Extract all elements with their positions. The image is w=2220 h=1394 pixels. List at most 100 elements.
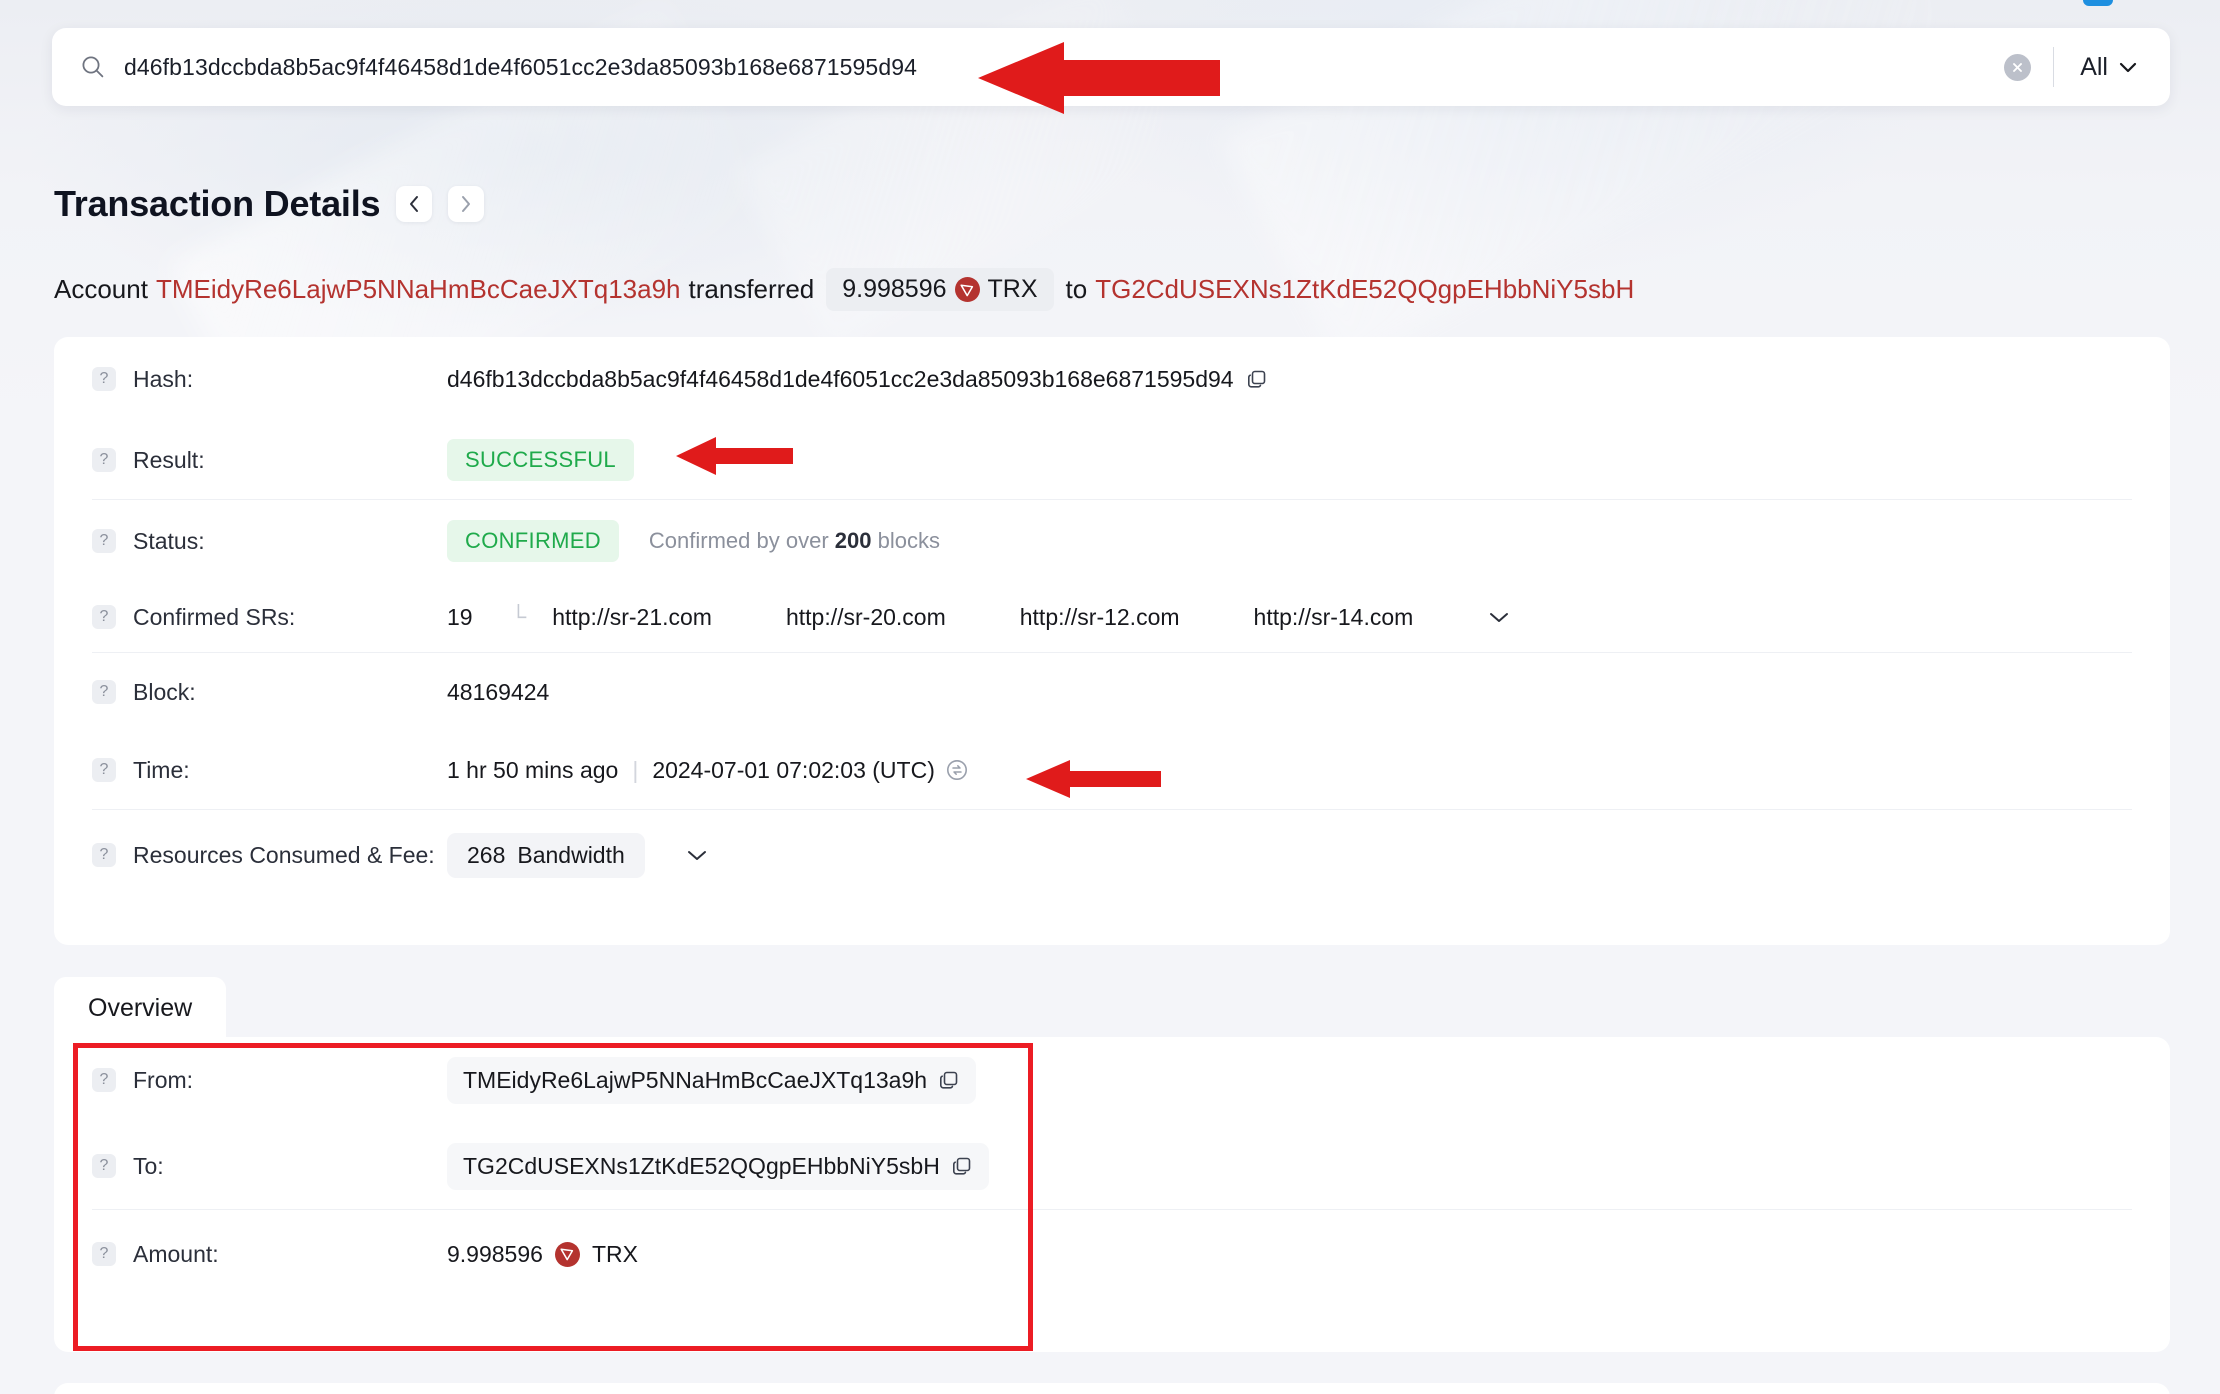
block-value-group: 48169424 (447, 679, 549, 706)
confirmed-srs-label-group: ? Confirmed SRs: (92, 604, 447, 631)
sr-bracket-glyph: └ (510, 604, 527, 629)
summary-transferred-word: transferred (688, 274, 815, 304)
bandwidth-amount: 268 (467, 841, 506, 868)
copy-icon[interactable] (938, 1069, 960, 1091)
prev-transaction-button[interactable] (396, 186, 433, 222)
expand-srs-button[interactable] (1487, 610, 1511, 624)
status-value-group: CONFIRMED Confirmed by over 200 blocks (447, 520, 940, 562)
next-transaction-button[interactable] (448, 186, 485, 222)
trx-coin-icon (554, 1241, 580, 1268)
toggle-timezone-icon[interactable] (945, 758, 969, 782)
expand-resources-button[interactable] (685, 848, 709, 862)
sr-link[interactable]: http://sr-20.com (786, 604, 946, 631)
chevron-down-icon (1490, 613, 1509, 622)
row-confirmed-srs: ? Confirmed SRs: 19 └ http://sr-21.com h… (54, 582, 2170, 652)
clear-icon[interactable] (2004, 53, 2032, 81)
help-icon[interactable]: ? (92, 680, 116, 704)
bandwidth-unit: Bandwidth (517, 841, 625, 868)
help-icon[interactable]: ? (92, 448, 116, 472)
search-input[interactable] (124, 53, 2005, 81)
row-hash: ? Hash: d46fb13dccbda8b5ac9f4f46458d1de4… (54, 337, 2170, 421)
amount-label: Amount: (133, 1240, 219, 1267)
help-icon[interactable]: ? (92, 1242, 116, 1266)
overview-card: ? From: TMEidyRe6LajwP5NNaHmBcCaeJXTq13a… (54, 1037, 2170, 1352)
row-from: ? From: TMEidyRe6LajwP5NNaHmBcCaeJXTq13a… (54, 1037, 2170, 1123)
bandwidth-pill: 268 Bandwidth (447, 832, 645, 878)
tab-overview[interactable]: Overview (54, 977, 227, 1040)
hash-label: Hash: (133, 365, 194, 392)
summary-token-symbol: TRX (987, 275, 1038, 303)
help-icon[interactable]: ? (92, 529, 116, 553)
status-note: Confirmed by over 200 blocks (649, 528, 940, 554)
to-address-pill[interactable]: TG2CdUSEXNs1ZtKdE52QQgpEHbbNiY5sbH (447, 1142, 989, 1190)
page-header: Transaction Details (54, 183, 485, 225)
amount-token: TRX (591, 1240, 638, 1267)
resources-label-group: ? Resources Consumed & Fee: (92, 842, 447, 869)
search-divider (2053, 47, 2055, 87)
hash-value: d46fb13dccbda8b5ac9f4f46458d1de4f6051cc2… (447, 365, 1234, 392)
time-absolute: 2024-07-01 07:02:03 (UTC) (652, 756, 935, 783)
help-icon[interactable]: ? (92, 843, 116, 867)
copy-icon[interactable] (951, 1155, 973, 1177)
summary-account-word: Account (54, 274, 148, 304)
search-scope-label: All (2080, 52, 2108, 81)
to-value-group: TG2CdUSEXNs1ZtKdE52QQgpEHbbNiY5sbH (447, 1142, 989, 1190)
confirmed-srs-value-group: 19 └ http://sr-21.com http://sr-20.com h… (447, 604, 1511, 631)
transaction-summary: Account TMEidyRe6LajwP5NNaHmBcCaeJXTq13a… (54, 268, 1642, 311)
help-icon[interactable]: ? (92, 605, 116, 629)
row-block: ? Block: 48169424 (54, 653, 2170, 731)
status-label: Status: (133, 527, 205, 554)
hash-label-group: ? Hash: (92, 366, 447, 393)
chevron-down-icon (2119, 62, 2137, 72)
time-value-group: 1 hr 50 mins ago | 2024-07-01 07:02:03 (… (447, 757, 969, 784)
from-address-value: TMEidyRe6LajwP5NNaHmBcCaeJXTq13a9h (463, 1066, 928, 1093)
block-label: Block: (133, 678, 196, 705)
search-icon (80, 54, 106, 80)
time-label-group: ? Time: (92, 757, 447, 784)
hash-value-group: d46fb13dccbda8b5ac9f4f46458d1de4f6051cc2… (447, 366, 1268, 393)
confirmed-srs-count: 19 (447, 603, 473, 630)
help-icon[interactable]: ? (92, 367, 116, 391)
confirmed-badge: CONFIRMED (447, 520, 619, 562)
tab-bar: Overview (54, 977, 227, 1040)
result-label: Result: (133, 446, 205, 473)
time-label: Time: (133, 756, 190, 783)
page-title: Transaction Details (54, 183, 381, 224)
sr-link[interactable]: http://sr-12.com (1020, 604, 1180, 631)
help-icon[interactable]: ? (92, 1068, 116, 1092)
from-label-group: ? From: (92, 1067, 447, 1094)
search-bar[interactable]: All (52, 28, 2170, 106)
help-icon[interactable]: ? (92, 1154, 116, 1178)
help-icon[interactable]: ? (92, 758, 116, 782)
resources-label: Resources Consumed & Fee: (133, 841, 435, 868)
chevron-right-icon (462, 196, 471, 212)
block-label-group: ? Block: (92, 679, 447, 706)
from-address-pill[interactable]: TMEidyRe6LajwP5NNaHmBcCaeJXTq13a9h (447, 1056, 977, 1104)
amount-value: 9.998596 (447, 1240, 543, 1267)
row-to: ? To: TG2CdUSEXNs1ZtKdE52QQgpEHbbNiY5sbH (54, 1123, 2170, 1209)
row-status: ? Status: CONFIRMED Confirmed by over 20… (54, 500, 2170, 582)
status-label-group: ? Status: (92, 528, 447, 555)
summary-from-address[interactable]: TMEidyRe6LajwP5NNaHmBcCaeJXTq13a9h (156, 274, 681, 305)
sr-link[interactable]: http://sr-14.com (1254, 604, 1414, 631)
summary-to-address[interactable]: TG2CdUSEXNs1ZtKdE52QQgpEHbbNiY5sbH (1095, 274, 1634, 305)
to-address-value: TG2CdUSEXNs1ZtKdE52QQgpEHbbNiY5sbH (463, 1152, 940, 1179)
search-scope-dropdown[interactable]: All (2080, 53, 2148, 82)
row-result: ? Result: SUCCESSFUL (54, 421, 2170, 499)
from-label: From: (133, 1066, 194, 1093)
summary-amount-value: 9.998596 (842, 275, 947, 303)
from-value-group: TMEidyRe6LajwP5NNaHmBcCaeJXTq13a9h (447, 1056, 977, 1104)
result-value-group: SUCCESSFUL (447, 439, 634, 481)
next-card-partial (54, 1383, 2170, 1394)
chevron-down-icon (687, 851, 706, 860)
summary-to-word: to (1065, 274, 1088, 304)
to-label: To: (133, 1152, 164, 1179)
to-label-group: ? To: (92, 1153, 447, 1180)
chevron-left-icon (410, 196, 419, 212)
row-resources: ? Resources Consumed & Fee: 268 Bandwidt… (54, 810, 2170, 900)
status-note-prefix: Confirmed by over (648, 528, 829, 553)
sr-link[interactable]: http://sr-21.com (552, 604, 712, 631)
status-note-count: 200 (834, 528, 872, 553)
block-value[interactable]: 48169424 (447, 679, 549, 706)
copy-icon[interactable] (1246, 368, 1268, 390)
